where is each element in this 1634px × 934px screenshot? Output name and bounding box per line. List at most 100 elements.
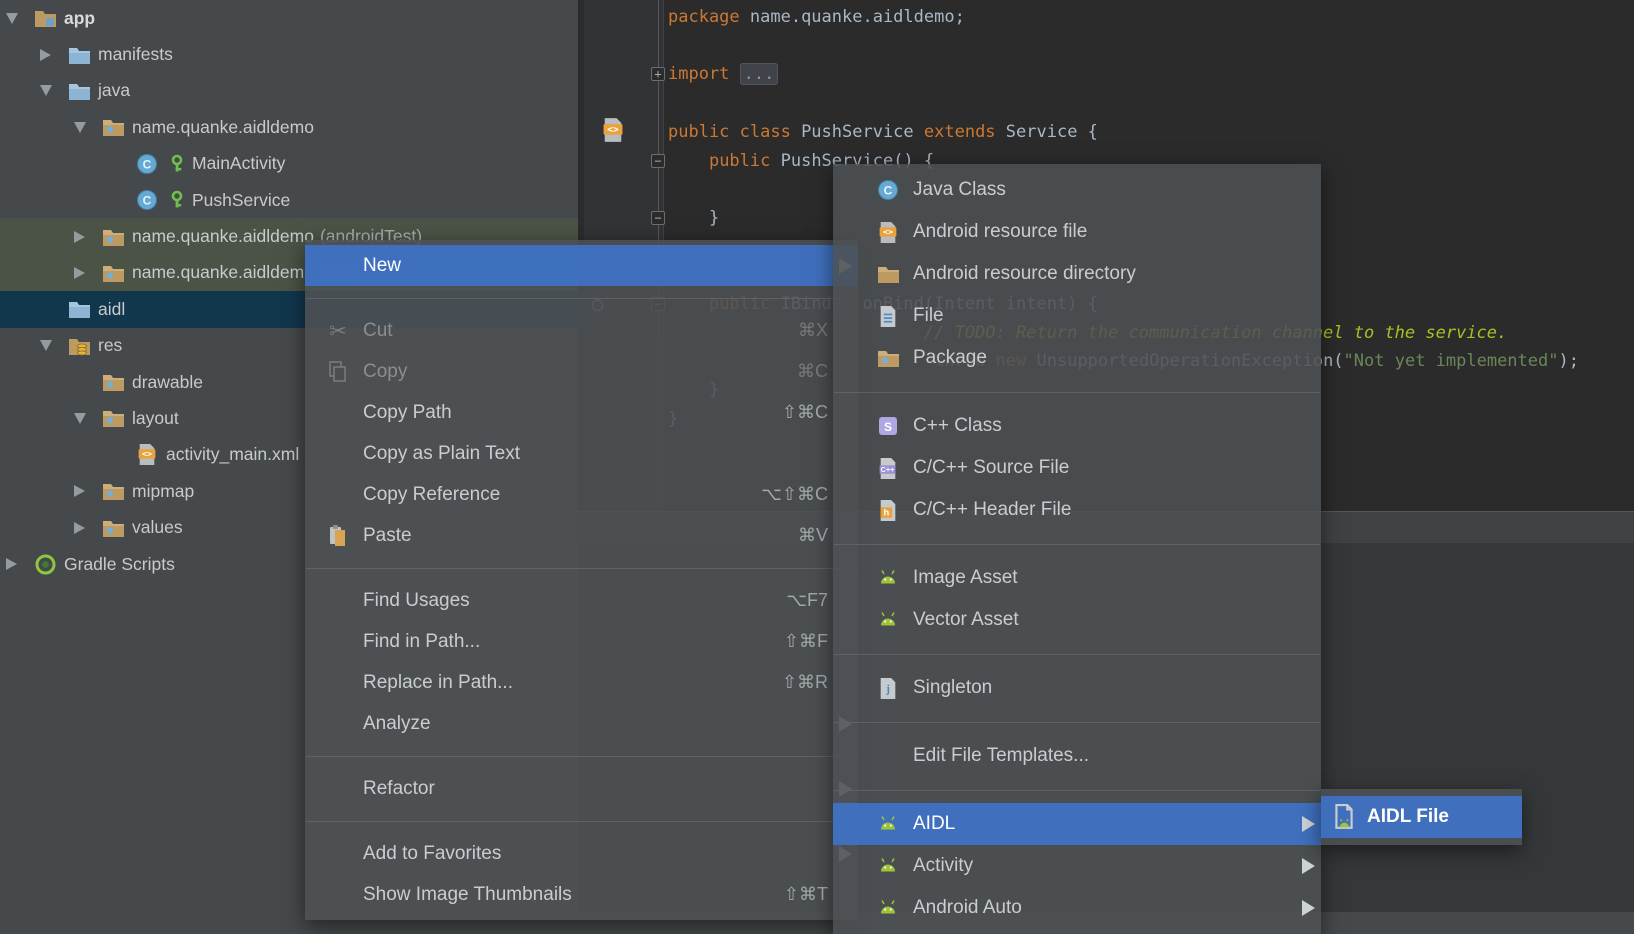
menu-item-shortcut: ⇧⌘R	[782, 672, 828, 693]
tree-item-label: Gradle Scripts	[64, 554, 175, 575]
menu-item-find-usages[interactable]: Find Usages⌥F7	[305, 580, 858, 621]
menu-item-android-resource-directory[interactable]: Android resource directory	[833, 253, 1321, 295]
chevron-down-icon[interactable]	[70, 413, 100, 424]
menu-item-label: Android resource file	[913, 221, 1291, 243]
menu-item-c-class[interactable]: SC++ Class	[833, 405, 1321, 447]
code-line: import ...	[668, 60, 1634, 89]
tree-item-app[interactable]: app	[0, 0, 578, 36]
menu-item-java-class[interactable]: CJava Class	[833, 169, 1321, 211]
package-icon	[100, 518, 126, 538]
tree-item-label: name.quanke.aidldemo	[132, 226, 314, 247]
menu-item-edit-file-templates-[interactable]: Edit File Templates...	[833, 735, 1321, 777]
cpp-source-icon: C++	[875, 456, 901, 480]
submenu-arrow-icon	[1302, 858, 1315, 874]
menu-item-label: Refactor	[363, 778, 828, 800]
menu-item-copy-path[interactable]: Copy Path ⇧⌘C	[305, 392, 858, 433]
package-icon	[100, 263, 126, 283]
menu-item-shortcut: ⌥F7	[786, 590, 828, 611]
tree-item-label: app	[64, 8, 95, 29]
fold-minus-icon[interactable]: −	[651, 211, 665, 225]
fold-plus-icon[interactable]: +	[651, 67, 665, 81]
chevron-right-icon[interactable]	[70, 522, 100, 534]
code-segment-pl: name.quanke.aidldemo;	[740, 7, 965, 27]
menu-item-android-resource-file[interactable]: <> Android resource file	[833, 211, 1321, 253]
menu-item-cut: ✂Cut⌘X	[305, 310, 858, 351]
menu-separator	[833, 709, 1321, 735]
menu-item-label: Copy Path	[363, 402, 768, 424]
menu-item-paste[interactable]: Paste⌘V	[305, 515, 858, 556]
menu-item-label: Image Asset	[913, 567, 1291, 589]
menu-item-shortcut: ⌘X	[798, 320, 828, 341]
menu-item-label: Singleton	[913, 677, 1291, 699]
menu-separator	[833, 641, 1321, 667]
tree-item-label: mipmap	[132, 481, 194, 502]
menu-item-activity[interactable]: Activity	[833, 845, 1321, 887]
menu-item-copy-reference[interactable]: Copy Reference⌥⇧⌘C	[305, 474, 858, 515]
scissors-icon: ✂	[325, 319, 351, 343]
singleton-icon: j	[875, 676, 901, 700]
menu-item-c-c-source-file[interactable]: C++C/C++ Source File	[833, 447, 1321, 489]
chevron-down-icon[interactable]	[70, 122, 100, 133]
menu-item-singleton[interactable]: j Singleton	[833, 667, 1321, 709]
svg-text:<>: <>	[883, 226, 893, 236]
tree-item-label: name.quanke.aidldemo	[132, 117, 314, 138]
aidl-file-icon	[1331, 804, 1357, 830]
file-icon	[875, 304, 901, 328]
chevron-down-icon[interactable]	[2, 13, 32, 24]
menu-item-label: Vector Asset	[913, 609, 1291, 631]
paste-icon	[325, 524, 351, 548]
chevron-down-icon[interactable]	[36, 340, 66, 351]
package-icon	[100, 227, 126, 247]
menu-item-label: Analyze	[363, 713, 828, 735]
related-xml-file-gutter-icon[interactable]: <>	[602, 117, 624, 148]
class-icon: C	[134, 153, 160, 175]
tree-item-pushservice[interactable]: CPushService	[0, 182, 578, 218]
android-icon	[875, 566, 901, 590]
submenu-arrow-icon	[1302, 816, 1315, 832]
menu-item-new[interactable]: New	[305, 245, 858, 286]
chevron-right-icon[interactable]	[70, 267, 100, 279]
chevron-right-icon[interactable]	[36, 49, 66, 61]
menu-item-refactor[interactable]: Refactor	[305, 768, 858, 809]
code-segment-str: "Not yet implemented"	[1344, 351, 1559, 371]
menu-item-file[interactable]: File	[833, 295, 1321, 337]
menu-item-show-image-thumbnails[interactable]: Show Image Thumbnails⇧⌘T	[305, 874, 858, 915]
empty-icon	[325, 483, 351, 507]
menu-item-shortcut: ⇧⌘C	[782, 402, 828, 423]
chevron-right-icon[interactable]	[70, 485, 100, 497]
menu-item-package[interactable]: Package	[833, 337, 1321, 379]
cpp-header-icon: h	[875, 498, 901, 522]
tree-item-label: res	[98, 335, 122, 356]
svg-text:<>: <>	[142, 449, 152, 459]
code-segment-pl: Service {	[996, 122, 1098, 142]
menu-item-copy-as-plain-text[interactable]: Copy as Plain Text	[305, 433, 858, 474]
cpp-class-icon: S	[875, 414, 901, 438]
menu-item-aidl-file[interactable]: AIDL File	[1321, 796, 1522, 838]
menu-item-find-in-path-[interactable]: Find in Path...⇧⌘F	[305, 621, 858, 662]
menu-item-analyze[interactable]: Analyze	[305, 703, 858, 744]
tree-item-java[interactable]: java	[0, 73, 578, 109]
menu-item-android-auto[interactable]: Android Auto	[833, 887, 1321, 929]
menu-separator	[305, 809, 858, 833]
tree-item-mainactivity[interactable]: CMainActivity	[0, 146, 578, 182]
menu-separator	[305, 556, 858, 580]
svg-text:<>: <>	[607, 124, 619, 135]
tree-item-manifests[interactable]: manifests	[0, 36, 578, 72]
menu-item-aidl[interactable]: AIDL	[833, 803, 1321, 845]
menu-item-shortcut: ⌘V	[798, 525, 828, 546]
chevron-down-icon[interactable]	[36, 85, 66, 96]
tree-item-name-quanke-aidldemo[interactable]: name.quanke.aidldemo	[0, 109, 578, 145]
empty-icon	[325, 671, 351, 695]
menu-item-add-to-favorites[interactable]: Add to Favorites	[305, 833, 858, 874]
menu-item-label: Show Image Thumbnails	[363, 884, 770, 906]
empty-icon	[325, 883, 351, 907]
svg-text:C: C	[143, 194, 152, 208]
menu-item-vector-asset[interactable]: Vector Asset	[833, 599, 1321, 641]
android-icon	[875, 896, 901, 920]
fold-minus-icon[interactable]: −	[651, 154, 665, 168]
chevron-right-icon[interactable]	[70, 231, 100, 243]
menu-item-replace-in-path-[interactable]: Replace in Path...⇧⌘R	[305, 662, 858, 703]
menu-item-image-asset[interactable]: Image Asset	[833, 557, 1321, 599]
chevron-right-icon[interactable]	[2, 558, 32, 570]
menu-item-c-c-header-file[interactable]: hC/C++ Header File	[833, 489, 1321, 531]
